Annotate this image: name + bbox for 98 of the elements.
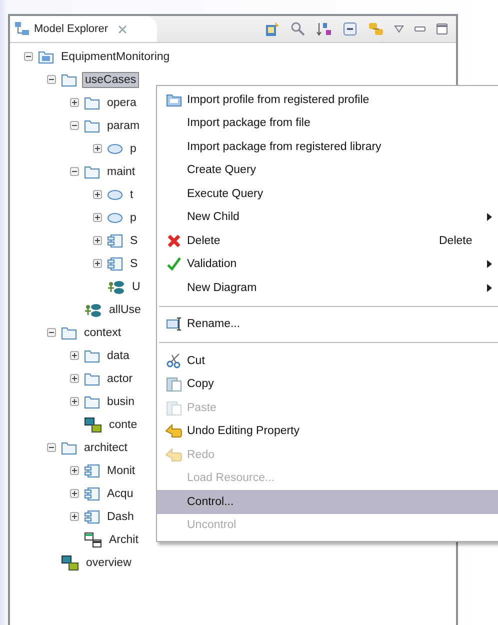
menu-item[interactable]: Undo Editing Property (157, 420, 498, 443)
tree-item[interactable]: p (128, 210, 138, 224)
menu-item[interactable]: New Diagram (157, 276, 498, 300)
view-title: Model Explorer (34, 23, 108, 35)
tree-item[interactable]: S (128, 256, 140, 270)
tree-item[interactable]: maint (105, 164, 138, 178)
expand-icon[interactable] (70, 489, 79, 498)
component-icon (107, 256, 123, 270)
model-folder-icon (38, 50, 54, 64)
component-icon (107, 234, 123, 248)
tree-item[interactable]: context (82, 326, 124, 340)
folder-icon (84, 372, 100, 386)
tree-item[interactable]: allUse (107, 302, 143, 316)
new-element-icon[interactable] (264, 21, 280, 37)
component-icon (84, 510, 100, 524)
component-icon (84, 486, 100, 500)
menu-item[interactable]: Create Query (157, 158, 498, 182)
diagram-icon (61, 554, 79, 570)
expand-icon[interactable] (93, 190, 102, 199)
tree-item[interactable]: Archit (107, 532, 140, 546)
clipboard-icon (166, 400, 182, 416)
tree-item[interactable]: Monit (105, 464, 138, 478)
diagram-icon (84, 416, 102, 432)
undo-icon (165, 424, 183, 438)
folder-icon (61, 440, 77, 454)
tree-item[interactable]: param (105, 118, 142, 132)
menu-item[interactable]: Cut (157, 349, 498, 372)
ellipse-icon (107, 212, 123, 224)
tree-item[interactable]: architect (82, 440, 130, 454)
menu-item[interactable]: New Child (157, 206, 498, 229)
collapse-icon[interactable] (47, 443, 56, 452)
rename-icon (166, 317, 182, 332)
diagram-icon (84, 532, 102, 548)
menu-item[interactable]: Control... (157, 490, 498, 514)
diagram-icon (84, 302, 102, 318)
sort-icon[interactable] (316, 21, 332, 37)
diagram-icon (107, 278, 125, 294)
collapse-icon[interactable] (47, 328, 56, 337)
folder-icon (61, 72, 77, 86)
expand-icon[interactable] (70, 512, 79, 521)
expand-icon[interactable] (70, 374, 79, 383)
collapse-all-icon[interactable] (342, 21, 358, 37)
menu-item[interactable]: Import package from registered library (157, 135, 498, 158)
expand-icon[interactable] (70, 351, 79, 360)
redo-icon (165, 448, 183, 462)
scissors-icon (166, 352, 182, 369)
collapse-icon[interactable] (47, 75, 56, 84)
menu-item[interactable]: Delete Delete (157, 229, 498, 252)
tree-item[interactable]: actor (105, 372, 135, 386)
folder-icon (84, 394, 100, 408)
menu-item[interactable]: Import package from file (157, 112, 498, 135)
tree-item[interactable]: data (105, 348, 132, 362)
delete-icon (167, 234, 181, 248)
tree-view-icon (14, 21, 30, 37)
collapse-icon[interactable] (70, 167, 79, 176)
folder-icon (166, 92, 182, 107)
tree-item[interactable]: opera (105, 96, 138, 110)
tree-item[interactable]: Dash (105, 510, 136, 524)
maximize-icon[interactable] (436, 23, 448, 35)
ellipse-icon (107, 142, 123, 154)
menu-item[interactable]: Validation (157, 252, 498, 276)
expand-icon[interactable] (93, 213, 102, 222)
tree-item[interactable]: useCases (82, 72, 140, 88)
folder-icon (84, 348, 100, 362)
folder-icon (84, 118, 100, 132)
menu-item[interactable]: Rename... (157, 312, 498, 336)
tree-item[interactable]: overview (84, 556, 134, 570)
collapse-icon[interactable] (70, 121, 79, 130)
minimize-icon[interactable] (414, 25, 426, 33)
tree-item[interactable]: S (128, 234, 140, 248)
view-tab[interactable]: Model Explorer (10, 16, 157, 42)
folder-icon (84, 164, 100, 178)
expand-icon[interactable] (93, 144, 102, 153)
folder-icon (84, 96, 100, 110)
checkmark-icon (167, 257, 181, 272)
expand-icon[interactable] (93, 259, 102, 268)
tree-item[interactable]: t (128, 188, 136, 202)
component-icon (84, 464, 100, 478)
tree-item[interactable]: busin (105, 394, 136, 408)
expand-icon[interactable] (70, 397, 79, 406)
expand-icon[interactable] (70, 466, 79, 475)
expand-icon[interactable] (70, 98, 79, 107)
tree-item[interactable]: Acqu (105, 486, 136, 500)
search-icon[interactable] (290, 21, 306, 37)
expand-icon[interactable] (93, 236, 102, 245)
tree-item[interactable]: p (128, 142, 138, 156)
collapse-icon[interactable] (24, 52, 33, 61)
link-icon[interactable] (368, 21, 384, 37)
tree-item[interactable]: EquipmentMonitoring (59, 50, 172, 64)
menu-item[interactable]: Execute Query (157, 182, 498, 206)
menu-item[interactable]: Copy (157, 372, 498, 396)
tree-item[interactable]: U (130, 280, 142, 294)
menu-item[interactable]: Import profile from registered profile (157, 88, 498, 112)
folder-icon (61, 326, 77, 340)
ellipse-icon (107, 188, 123, 200)
view-menu-icon[interactable] (394, 25, 404, 33)
tree-item[interactable]: conte (107, 418, 140, 432)
copy-icon (166, 376, 182, 392)
